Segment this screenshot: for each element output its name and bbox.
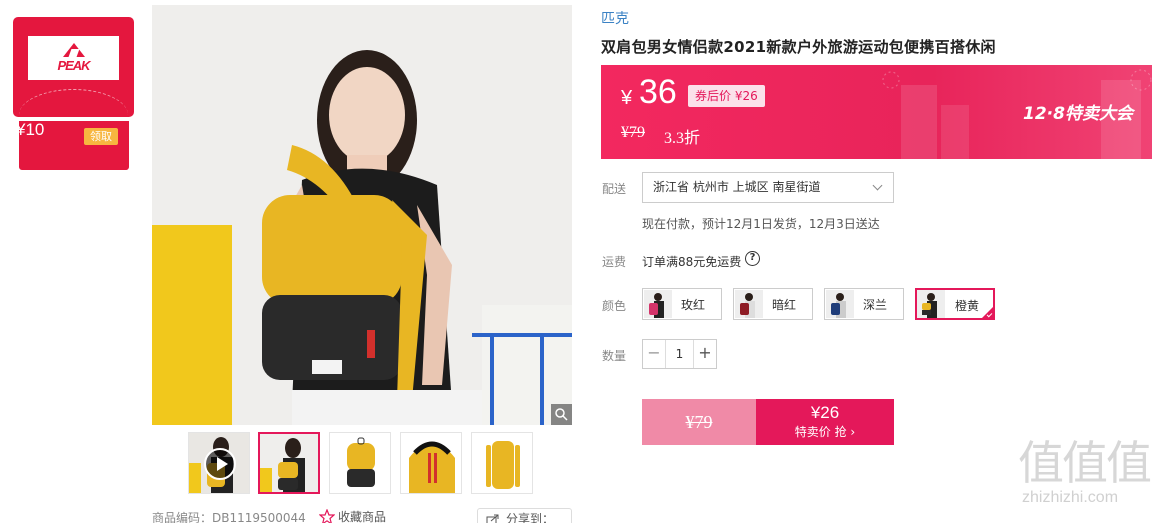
thumbnail-5[interactable]: [471, 432, 533, 494]
favorite-label: 收藏商品: [338, 510, 387, 523]
quantity-minus-button[interactable]: −: [643, 340, 665, 368]
event-logo: 12·8特卖大会: [1023, 104, 1133, 124]
color-option-label: 暗红: [772, 298, 797, 312]
coupon-amount: ¥10: [16, 120, 45, 139]
price-banner: ¥ 36 券后价 ¥26 ¥79 3.3折 12·8特卖大会: [601, 65, 1152, 159]
peak-logo-icon: [62, 43, 85, 57]
color-swatch: [826, 290, 854, 318]
share-label: 分享到：: [506, 512, 555, 523]
delivery-label: 配送: [602, 182, 627, 196]
thumbnail-image: [330, 433, 390, 493]
share-dropdown[interactable]: 分享到：: [477, 508, 572, 523]
discount-rate: 3.3折: [664, 130, 701, 147]
thumbnail-image: [401, 433, 461, 493]
current-price: 36: [639, 73, 677, 111]
thumbnail-video[interactable]: [188, 432, 250, 494]
quantity-stepper: − 1 +: [642, 339, 717, 369]
brand-logo-text: PEAK: [57, 58, 90, 73]
chevron-down-icon: [872, 180, 883, 191]
zoom-button[interactable]: [551, 404, 572, 425]
help-icon[interactable]: ?: [745, 251, 760, 266]
color-swatch: [644, 290, 672, 318]
share-icon: [486, 514, 499, 523]
shipping-text: 订单满88元免运费: [642, 255, 742, 269]
color-label: 颜色: [602, 299, 627, 313]
buy-label: 特卖价 抢 ›: [794, 425, 856, 439]
shipping-label: 运费: [602, 255, 627, 269]
quantity-label: 数量: [602, 349, 627, 363]
main-product-image[interactable]: [152, 5, 572, 425]
quantity-input[interactable]: 1: [665, 340, 694, 368]
sku-code: 商品编码：DB1119500044: [152, 511, 306, 523]
brand-link[interactable]: 匹克: [601, 8, 629, 28]
quantity-plus-button[interactable]: +: [694, 340, 716, 368]
watermark-logo: 值值值: [1018, 436, 1152, 490]
color-option-navy[interactable]: 深兰: [824, 288, 904, 320]
color-swatch: [735, 290, 763, 318]
star-icon: [319, 508, 335, 523]
buy-now-button[interactable]: ¥26 特卖价 抢 ›: [756, 399, 894, 445]
thumbnail-3[interactable]: [329, 432, 391, 494]
product-photo: [152, 5, 572, 425]
thumbnail-image: [472, 433, 532, 493]
thumbnail-2[interactable]: [258, 432, 320, 494]
address-select[interactable]: 浙江省 杭州市 上城区 南星街道: [642, 172, 894, 203]
color-option-label: 玫红: [681, 298, 706, 312]
favorite-button[interactable]: 收藏商品: [319, 508, 386, 523]
color-swatch: [917, 290, 945, 318]
address-value: 浙江省 杭州市 上城区 南星街道: [653, 180, 821, 194]
coupon-claim-button[interactable]: 领取: [84, 128, 118, 145]
thumbnail-4[interactable]: [400, 432, 462, 494]
color-option-orange-yellow[interactable]: 橙黄: [915, 288, 995, 320]
play-icon: [204, 448, 236, 480]
after-coupon-price: 券后价 ¥26: [688, 85, 765, 107]
delivery-note: 现在付款，预计12月1日发货，12月3日送达: [642, 217, 880, 231]
magnifier-icon: [555, 408, 568, 421]
color-option-label: 深兰: [863, 298, 888, 312]
original-price: ¥79: [621, 124, 645, 141]
buy-sale-price: ¥26: [810, 403, 840, 422]
brand-logo: PEAK: [28, 36, 119, 80]
color-option-label: 橙黄: [955, 299, 980, 313]
buy-original-price[interactable]: ¥79: [642, 399, 756, 445]
price-currency: ¥: [621, 87, 633, 109]
product-title: 双肩包男女情侣款2021新款户外旅游运动包便携百搭休闲: [601, 38, 996, 56]
watermark: 值值值 zhizhizhi.com: [1018, 433, 1160, 518]
thumbnail-image: [260, 434, 318, 492]
color-option-rose[interactable]: 玫红: [642, 288, 722, 320]
color-option-darkred[interactable]: 暗红: [733, 288, 813, 320]
